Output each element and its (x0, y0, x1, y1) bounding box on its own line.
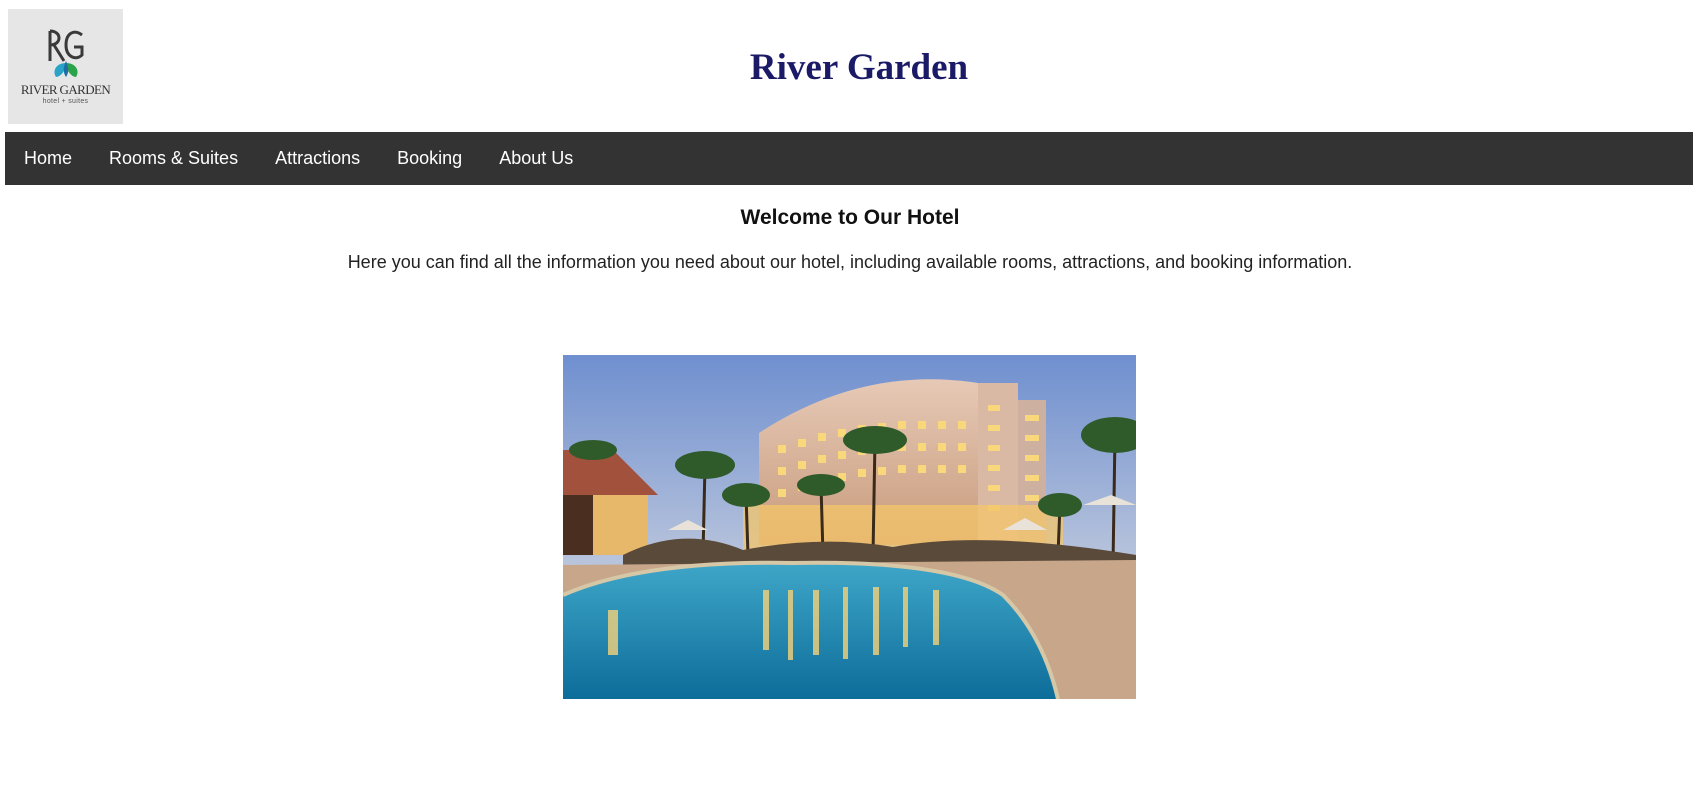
nav-item-attractions[interactable]: Attractions (275, 148, 360, 169)
hotel-pool-photo (563, 355, 1136, 699)
nav-item-booking[interactable]: Booking (397, 148, 462, 169)
main-nav: Home Rooms & Suites Attractions Booking … (5, 132, 1693, 185)
hero-image (563, 355, 1136, 699)
intro-text: Here you can find all the information yo… (347, 252, 1353, 272)
site-header: RIVER GARDEN hotel + suites River Garden (0, 0, 1700, 130)
nav-item-home[interactable]: Home (24, 148, 72, 169)
nav-item-about-us[interactable]: About Us (499, 148, 573, 169)
logo-tagline: hotel + suites (42, 98, 89, 105)
welcome-heading: Welcome to Our Hotel (740, 206, 960, 229)
page: RIVER GARDEN hotel + suites River Garden… (0, 0, 1700, 798)
nav-item-rooms-suites[interactable]: Rooms & Suites (109, 148, 238, 169)
site-title: River Garden (749, 47, 969, 88)
